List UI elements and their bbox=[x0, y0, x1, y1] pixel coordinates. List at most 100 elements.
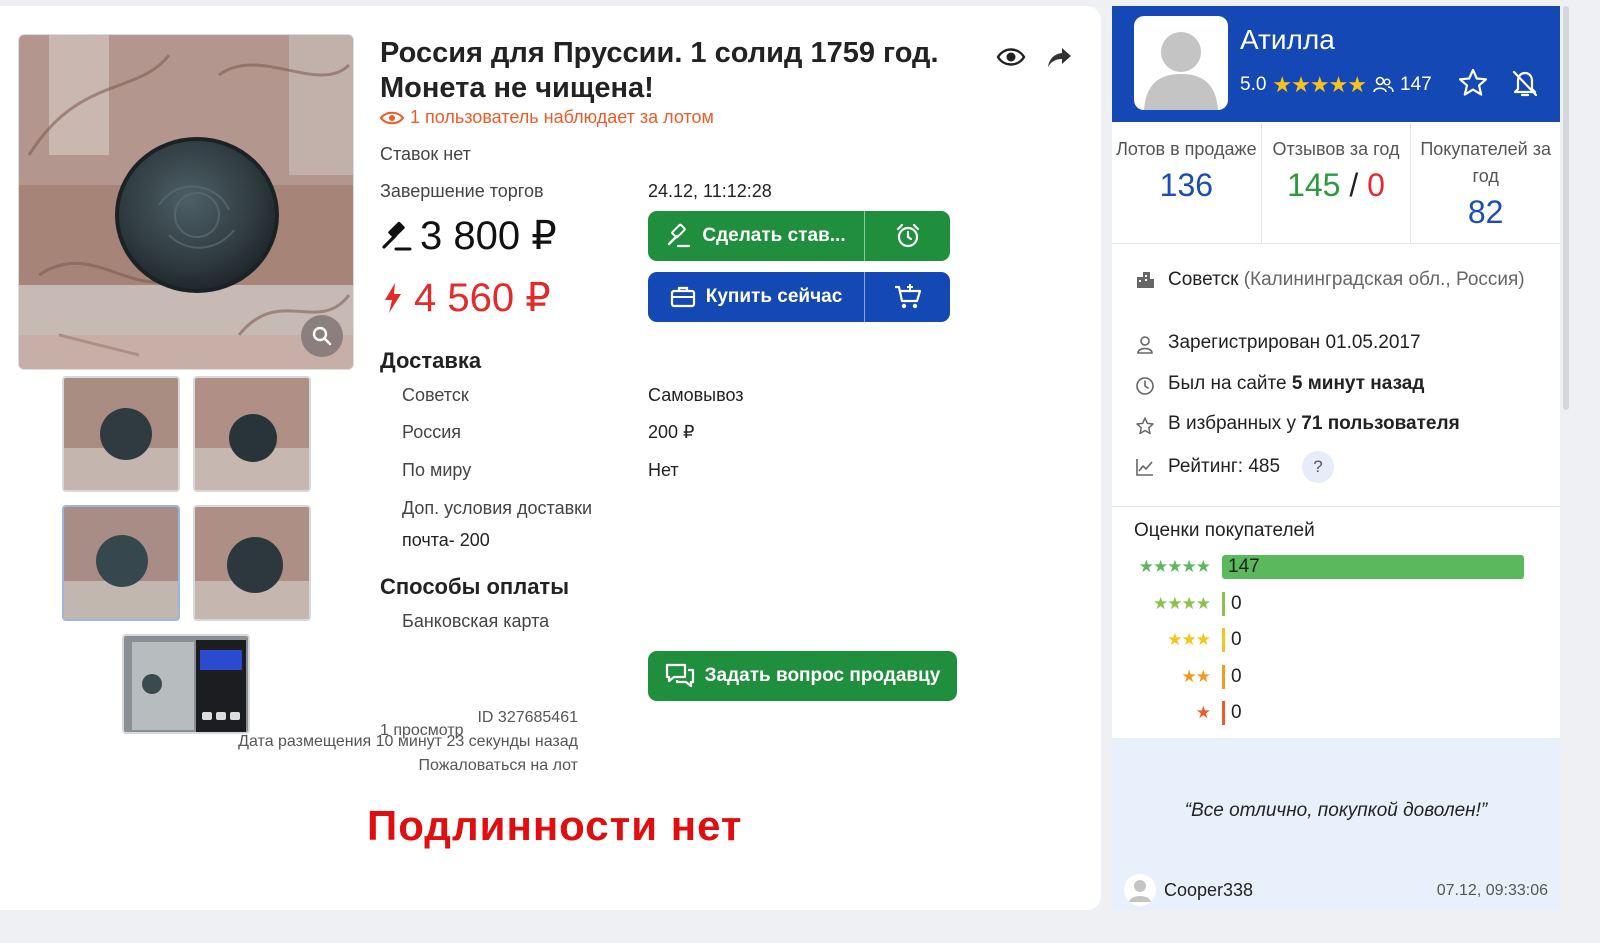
stat-value: 145 / 0 bbox=[1262, 167, 1411, 204]
chart-line-icon bbox=[1136, 459, 1153, 476]
buy-now-price-value: 4 560 ₽ bbox=[414, 276, 551, 320]
lot-card: Россия для Пруссии. 1 солид 1759 год. Мо… bbox=[0, 6, 1101, 910]
seller-rating-score: Рейтинг: 485 ? bbox=[1134, 451, 1335, 483]
buy-now-button[interactable]: Купить сейчас bbox=[648, 272, 864, 322]
rating-bar: 0 bbox=[1222, 628, 1242, 652]
zoom-button[interactable] bbox=[301, 315, 343, 357]
rating-row-3: ★★★ 0 bbox=[1112, 627, 1560, 653]
positive-reviews: 145 bbox=[1287, 167, 1341, 203]
ask-seller-label: Задать вопрос продавцу bbox=[704, 665, 941, 686]
payment-method: Банковская карта bbox=[402, 611, 550, 631]
main-photo[interactable] bbox=[18, 34, 354, 370]
auction-end-label: Завершение торгов bbox=[380, 181, 544, 201]
delivery-value: 200 ₽ bbox=[648, 422, 695, 442]
avatar[interactable] bbox=[1134, 16, 1228, 110]
gavel-icon bbox=[382, 221, 412, 251]
payment-title: Способы оплаты bbox=[380, 574, 569, 599]
thumbnail-5[interactable] bbox=[122, 634, 250, 734]
lot-id: ID 327685461 bbox=[477, 709, 578, 726]
chat-icon bbox=[665, 663, 694, 688]
thumbnail-2[interactable] bbox=[193, 376, 311, 492]
delivery-place: Россия bbox=[402, 422, 462, 442]
bid-price-value: 3 800 ₽ bbox=[420, 214, 557, 258]
lot-title: Россия для Пруссии. 1 солид 1759 год. Мо… bbox=[380, 37, 939, 104]
auction-end-value: 24.12, 11:12:28 bbox=[648, 181, 772, 201]
eye-icon[interactable] bbox=[996, 44, 1026, 70]
rating-bar: 0 bbox=[1222, 592, 1242, 616]
thumbnail-image bbox=[64, 378, 178, 490]
clock-icon bbox=[1136, 377, 1154, 395]
seller-region: (Калининградская обл., Россия) bbox=[1243, 269, 1525, 290]
gavel-icon bbox=[668, 223, 691, 248]
report-lot-link[interactable]: Пожаловаться на лот bbox=[419, 757, 578, 775]
star-favorite-icon[interactable] bbox=[1458, 68, 1488, 98]
thumbnail-3[interactable] bbox=[62, 505, 180, 621]
delivery-value: Самовывоз bbox=[648, 385, 744, 405]
city-icon bbox=[1137, 272, 1154, 288]
user-placeholder-icon bbox=[1144, 32, 1218, 110]
place-bid-button[interactable]: Сделать став... bbox=[648, 211, 864, 261]
rating-stars: ★★ bbox=[1181, 667, 1211, 686]
alarm-clock-icon bbox=[896, 223, 919, 248]
seller-location: Советск (Калининградская обл., Россия) bbox=[1134, 266, 1554, 293]
last-seen-prefix: Был на сайте bbox=[1168, 373, 1287, 394]
posted-date: Дата размещения 10 минут 23 секунды наза… bbox=[238, 733, 578, 750]
delivery-place: По миру bbox=[402, 460, 472, 480]
ask-seller-button[interactable]: Задать вопрос продавцу bbox=[648, 651, 957, 701]
bid-button-group: Сделать став... bbox=[648, 211, 950, 261]
seller-last-seen: Был на сайте 5 минут назад bbox=[1134, 373, 1424, 396]
scrollbar[interactable] bbox=[1563, 6, 1569, 410]
thumbnail-1[interactable] bbox=[62, 376, 180, 492]
watchers-text: 1 пользователь наблюдает за лотом bbox=[410, 107, 714, 127]
add-to-cart-icon bbox=[894, 284, 921, 309]
seller-favorites: В избранных у 71 пользователя bbox=[1134, 413, 1460, 436]
bids-label: Ставок нет bbox=[380, 144, 471, 164]
star-icon bbox=[1136, 417, 1154, 435]
seller-panel: Атилла 5.0 ★★★★★ 147 Лотов в продаже 136 bbox=[1112, 6, 1560, 910]
thumbnail-image bbox=[64, 507, 178, 619]
delivery-place: Советск bbox=[402, 385, 469, 405]
rating-bar: 0 bbox=[1222, 701, 1242, 725]
thumbnail-4[interactable] bbox=[193, 505, 311, 621]
review-text: “Все отлично, покупкой доволен!” bbox=[1184, 800, 1488, 821]
delivery-extra-value: почта- 200 bbox=[402, 530, 490, 550]
add-to-cart-button[interactable] bbox=[864, 272, 950, 322]
briefcase-icon bbox=[670, 286, 695, 308]
rating-row-4: ★★★★ 0 bbox=[1112, 591, 1560, 617]
avatar bbox=[1124, 874, 1156, 906]
thumbnail-image bbox=[124, 636, 248, 732]
bell-off-icon[interactable] bbox=[1510, 68, 1540, 98]
stat-buyers-year[interactable]: Покупателей за год 82 bbox=[1411, 124, 1560, 243]
divider bbox=[1112, 506, 1560, 507]
latest-review[interactable]: “Все отлично, покупкой доволен!” Cooper3… bbox=[1112, 738, 1560, 910]
user-icon bbox=[1137, 336, 1153, 354]
registered-text: Зарегистрирован 01.05.2017 bbox=[1168, 332, 1421, 353]
reminder-button[interactable] bbox=[864, 211, 950, 261]
seller-rating: 5.0 ★★★★★ 147 bbox=[1240, 72, 1432, 98]
delivery-title: Доставка bbox=[380, 348, 482, 373]
review-author-name: Cooper338 bbox=[1164, 879, 1254, 900]
buy-now-label: Купить сейчас bbox=[705, 286, 843, 307]
authenticity-notice: Подлинности нет bbox=[367, 802, 743, 849]
share-icon[interactable] bbox=[1046, 44, 1074, 70]
seller-city: Советск bbox=[1168, 269, 1239, 290]
stat-reviews-year[interactable]: Отзывов за год 145 / 0 bbox=[1262, 124, 1412, 243]
seller-registered: Зарегистрирован 01.05.2017 bbox=[1134, 332, 1421, 355]
review-author[interactable]: Cooper338 bbox=[1124, 874, 1253, 906]
seller-header: Атилла 5.0 ★★★★★ 147 bbox=[1112, 6, 1560, 122]
title-actions bbox=[996, 44, 1074, 70]
seller-stats: Лотов в продаже 136 Отзывов за год 145 /… bbox=[1112, 124, 1560, 244]
favorites-value: 71 пользователя bbox=[1301, 413, 1460, 434]
rating-help-button[interactable]: ? bbox=[1302, 451, 1335, 483]
buy-now-price: 4 560 ₽ bbox=[382, 275, 551, 321]
last-seen-value: 5 минут назад bbox=[1291, 373, 1425, 394]
coin-photo-image bbox=[19, 35, 353, 369]
seller-name[interactable]: Атилла bbox=[1240, 24, 1335, 56]
stat-value: 82 bbox=[1467, 194, 1504, 230]
buyer-ratings-title: Оценки покупателей bbox=[1134, 520, 1315, 541]
delivery-value: Нет bbox=[648, 460, 679, 480]
stat-lots-for-sale[interactable]: Лотов в продаже 136 bbox=[1112, 124, 1262, 243]
rating-score-text: Рейтинг: 485 bbox=[1168, 456, 1281, 477]
page-bottom bbox=[0, 918, 1600, 943]
rating-stars: ★ bbox=[1195, 703, 1211, 722]
